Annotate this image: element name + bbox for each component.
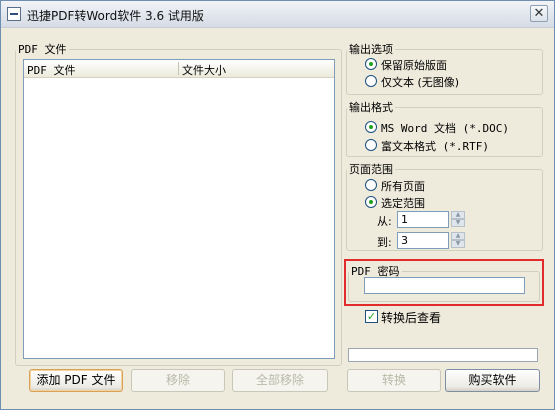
radio-button-checked[interactable] <box>365 58 377 70</box>
title-bar[interactable]: 迅捷PDF转Word软件 3.6 试用版 ✕ <box>1 1 554 28</box>
file-list-header: PDF 文件 文件大小 <box>24 60 334 78</box>
radio-button[interactable] <box>365 139 377 151</box>
to-page-spinner[interactable]: ▲ ▼ <box>451 232 465 249</box>
spin-up-icon[interactable]: ▲ <box>451 211 465 219</box>
view-after-checkbox[interactable]: ✓ <box>365 310 378 323</box>
radio-button[interactable] <box>365 179 377 191</box>
radio-button-checked[interactable] <box>365 196 377 208</box>
to-page-input[interactable]: 3 <box>397 232 449 249</box>
app-window: 迅捷PDF转Word软件 3.6 试用版 ✕ PDF 文件 PDF 文件 文件大… <box>0 0 555 410</box>
radio-text-only-label: 仅文本 (无图像) <box>381 76 460 89</box>
radio-button-checked[interactable] <box>365 121 377 133</box>
remove-all-button[interactable]: 全部移除 <box>232 369 328 392</box>
page-range-label: 页面范围 <box>349 163 393 176</box>
convert-button[interactable]: 转换 <box>347 369 441 392</box>
spin-down-icon[interactable]: ▼ <box>451 240 465 248</box>
radio-keep-layout-label: 保留原始版面 <box>381 59 447 72</box>
window-title: 迅捷PDF转Word软件 3.6 试用版 <box>27 9 204 23</box>
add-pdf-button[interactable]: 添加 PDF 文件 <box>29 369 123 392</box>
radio-all-pages-label: 所有页面 <box>381 180 425 193</box>
output-format-label: 输出格式 <box>349 101 393 114</box>
conversion-progress-bar <box>348 348 538 362</box>
pdf-file-list[interactable]: PDF 文件 文件大小 <box>23 59 335 359</box>
close-button[interactable]: ✕ <box>530 5 548 22</box>
window-menu-icon[interactable] <box>7 7 21 21</box>
radio-selected-range-label: 选定范围 <box>381 197 425 210</box>
buy-software-button[interactable]: 购买软件 <box>445 369 540 392</box>
radio-format-doc-label: MS Word 文档 (*.DOC) <box>381 122 509 135</box>
radio-format-rtf-label: 富文本格式 (*.RTF) <box>381 140 489 153</box>
column-divider[interactable] <box>178 62 179 75</box>
spin-up-icon[interactable]: ▲ <box>451 232 465 240</box>
from-page-input[interactable]: 1 <box>397 211 449 228</box>
view-after-label: 转换后查看 <box>381 311 442 325</box>
remove-button[interactable]: 移除 <box>131 369 225 392</box>
from-page-spinner[interactable]: ▲ ▼ <box>451 211 465 228</box>
output-options-label: 输出选项 <box>349 43 393 56</box>
pdf-files-group-label: PDF 文件 <box>18 43 67 56</box>
password-highlight-box <box>344 259 544 306</box>
from-label: 从: <box>377 215 392 228</box>
column-header-pdf-file[interactable]: PDF 文件 <box>27 62 76 78</box>
spin-down-icon[interactable]: ▼ <box>451 219 465 227</box>
column-header-file-size[interactable]: 文件大小 <box>182 62 226 78</box>
to-label: 到: <box>377 236 392 249</box>
radio-button[interactable] <box>365 75 377 87</box>
